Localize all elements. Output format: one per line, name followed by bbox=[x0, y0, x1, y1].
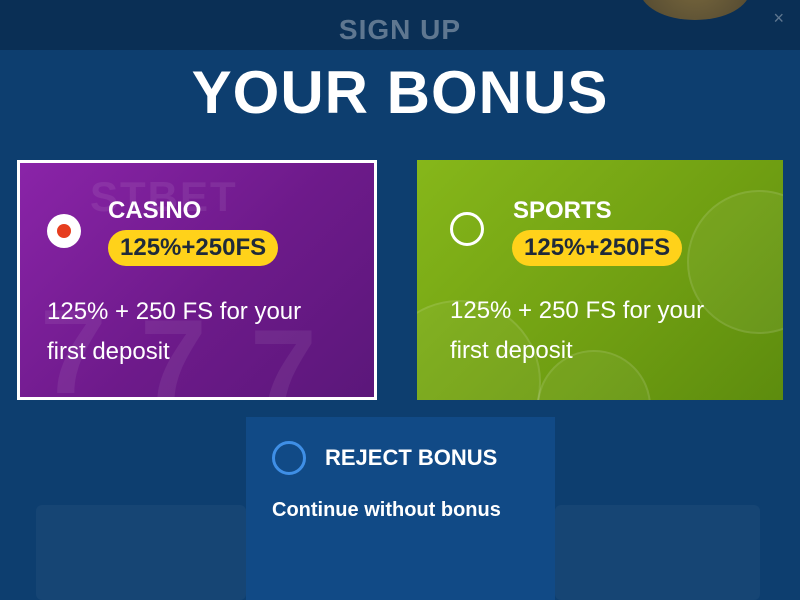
sports-option-name: SPORTS bbox=[513, 197, 612, 224]
background-card-ghost bbox=[555, 505, 760, 600]
close-icon[interactable]: × bbox=[773, 8, 784, 29]
reject-bonus-option[interactable]: REJECT BONUS Continue without bonus bbox=[246, 417, 555, 600]
reject-option-description: Continue without bonus bbox=[272, 499, 501, 521]
casino-bonus-option[interactable]: STBET 7 7 7 CASINO 125%+250FS 125% + 250… bbox=[17, 160, 377, 400]
casino-radio-selected[interactable] bbox=[47, 214, 81, 248]
reject-option-name: REJECT BONUS bbox=[325, 445, 498, 470]
reject-radio[interactable] bbox=[272, 441, 306, 475]
casino-option-name: CASINO bbox=[108, 197, 202, 224]
description-line: first deposit bbox=[47, 338, 170, 365]
casino-bonus-badge: 125%+250FS bbox=[108, 230, 279, 266]
sports-bonus-option[interactable]: SPORTS 125%+250FS 125% + 250 FS for your… bbox=[417, 160, 783, 400]
casino-bonus-description: 125% + 250 FS for your first deposit bbox=[47, 292, 301, 372]
sports-radio[interactable] bbox=[450, 212, 484, 246]
background-header-title: SIGN UP bbox=[338, 14, 462, 45]
sports-bonus-badge: 125%+250FS bbox=[512, 230, 683, 266]
background-header: SIGN UP × bbox=[0, 0, 800, 50]
description-line: 125% + 250 FS for your bbox=[450, 297, 705, 324]
radio-dot bbox=[57, 224, 71, 238]
description-line: first deposit bbox=[450, 337, 573, 364]
background-card-ghost bbox=[36, 505, 246, 600]
page-title: YOUR BONUS bbox=[191, 59, 609, 126]
description-line: 125% + 250 FS for your bbox=[47, 298, 302, 325]
sports-bonus-description: 125% + 250 FS for your first deposit bbox=[450, 291, 704, 371]
